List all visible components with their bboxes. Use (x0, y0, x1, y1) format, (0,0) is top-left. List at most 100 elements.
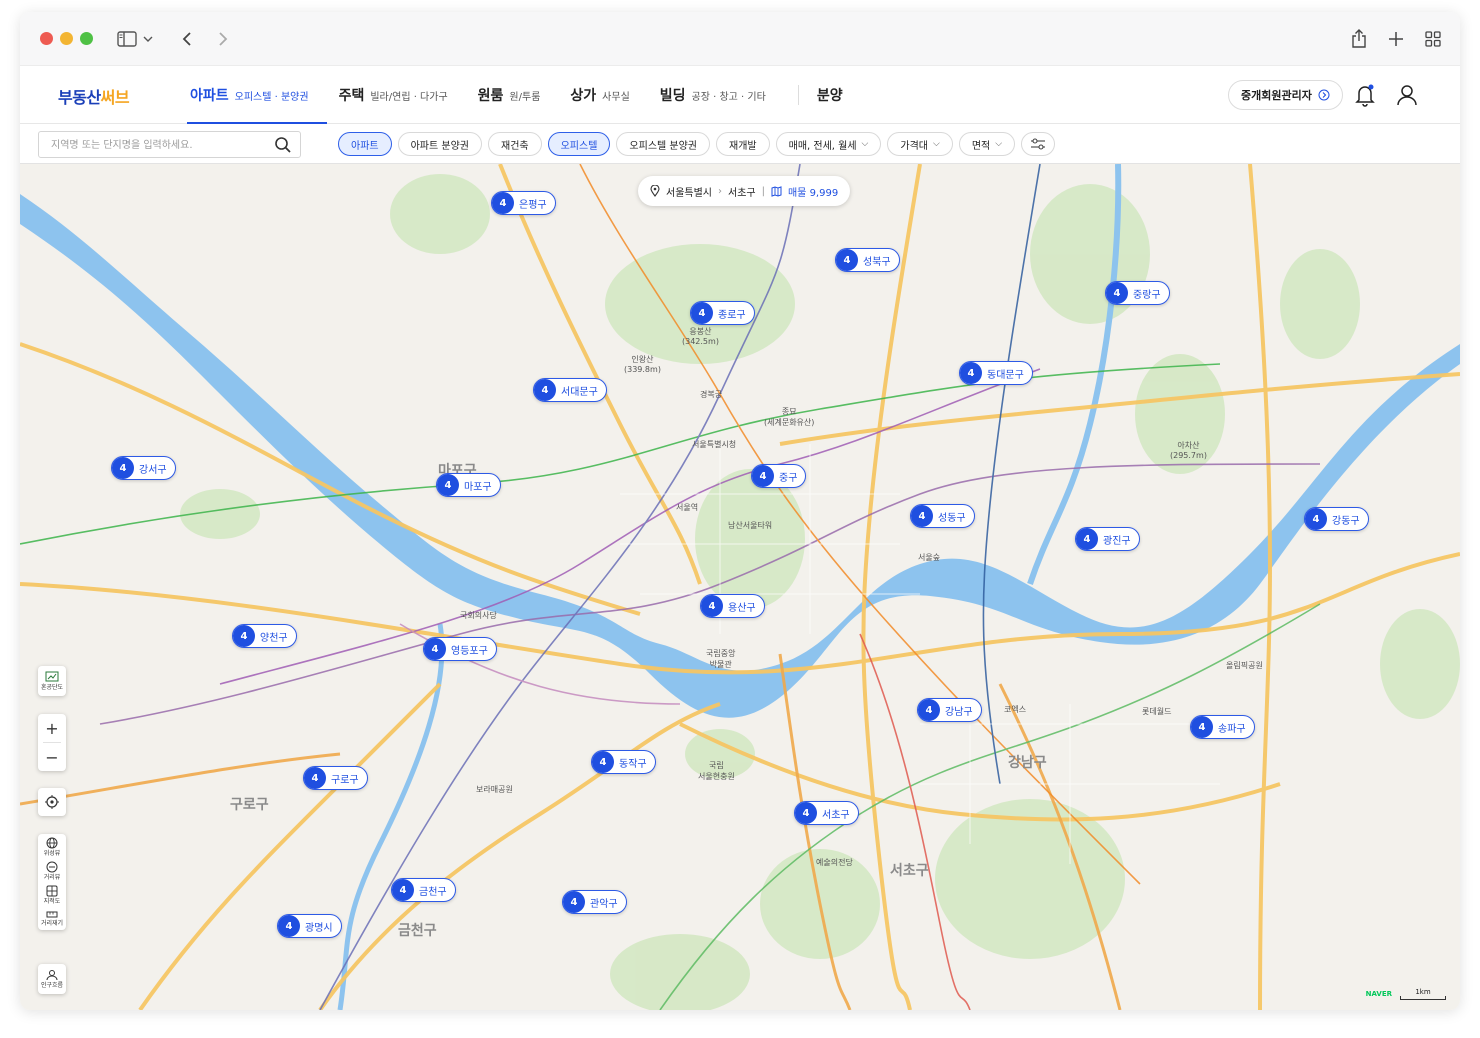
maximize-window-dot[interactable] (80, 32, 93, 45)
district-marker-jungnang[interactable]: 4 중랑구 (1105, 281, 1170, 305)
marker-name: 마포구 (464, 481, 492, 493)
district-marker-guro[interactable]: 4 구로구 (303, 766, 368, 790)
district-marker-gwangjin[interactable]: 4 광진구 (1075, 527, 1140, 551)
map-label-national-cemetery: 국립 서울현충원 (698, 761, 735, 781)
district-marker-seongbuk[interactable]: 4 성북구 (835, 248, 900, 272)
district-marker-gwanak[interactable]: 4 관악구 (562, 890, 627, 914)
district-marker-seongdong[interactable]: 4 성동구 (910, 504, 975, 528)
map-view[interactable]: 경복궁 종묘 (세계문화유산) 서울특별시청 서울역 남산서울타워 국립중앙 박… (20, 164, 1460, 1010)
forward-icon[interactable] (210, 26, 236, 52)
nav-building[interactable]: 빌딩 공장 · 창고 · 기타 (660, 66, 778, 124)
district-marker-jung[interactable]: 4 중구 (751, 464, 807, 488)
deal-type-dropdown[interactable]: 매매, 전세, 월세 ⌵ (775, 132, 882, 156)
district-marker-gangdong[interactable]: 4 강동구 (1304, 507, 1369, 531)
bell-icon[interactable] (1352, 82, 1378, 108)
district-marker-gangnam[interactable]: 4 강남구 (917, 698, 982, 722)
chip-apartment-presale[interactable]: 아파트 분양권 (397, 132, 482, 156)
marker-count: 4 (112, 457, 134, 479)
chevron-down-icon[interactable] (140, 26, 156, 52)
chip-label: 아파트 (351, 140, 379, 152)
search-icon[interactable] (274, 136, 292, 154)
marker-count: 4 (592, 751, 614, 773)
browser-window: 부동산써브 아파트 오피스텔 · 분양권 주택 빌라/연립 · 다가구 원룸 원… (20, 12, 1460, 1010)
site-logo[interactable]: 부동산써브 (58, 84, 130, 108)
map-icon (771, 185, 782, 197)
close-window-dot[interactable] (40, 32, 53, 45)
chip-apartment[interactable]: 아파트 (338, 132, 392, 156)
tab-overview-icon[interactable] (1420, 26, 1446, 52)
agent-admin-label: 중개회원관리자 (1241, 89, 1312, 102)
district-marker-gangseo[interactable]: 4 강서구 (111, 456, 176, 480)
minimize-window-dot[interactable] (60, 32, 73, 45)
marker-count: 4 (836, 249, 858, 271)
marker-name: 성동구 (938, 512, 966, 524)
nav-store[interactable]: 상가 사무실 (570, 66, 641, 124)
back-icon[interactable] (174, 26, 200, 52)
nav-sub-label: 오피스텔 · 분양권 (234, 91, 309, 103)
zoom-out-button[interactable]: − (38, 743, 66, 771)
marker-name: 광명시 (305, 922, 333, 934)
price-dropdown[interactable]: 가격대 ⌵ (887, 132, 953, 156)
district-marker-dongjak[interactable]: 4 동작구 (591, 750, 656, 774)
nav-oneroom[interactable]: 원룸 원/투룸 (478, 66, 553, 124)
marker-count: 4 (534, 379, 556, 401)
map-attribution: NAVER 1km (1366, 988, 1446, 1000)
zoom-in-button[interactable]: + (38, 714, 66, 742)
district-marker-yangcheon[interactable]: 4 양천구 (232, 624, 297, 648)
nav-sub-label: 공장 · 창고 · 기타 (691, 91, 766, 103)
share-icon[interactable] (1346, 26, 1372, 52)
district-marker-jongno[interactable]: 4 종로구 (690, 301, 755, 325)
marker-count: 4 (233, 625, 255, 647)
location-breadcrumb[interactable]: 서울특별시 › 서초구 | 매물 9,999 (638, 176, 851, 206)
current-location-button[interactable] (38, 788, 66, 816)
map-label-olympic-park: 올림픽공원 (1226, 661, 1263, 670)
filter-settings-button[interactable] (1021, 132, 1056, 156)
district-marker-mapo[interactable]: 4 마포구 (436, 473, 501, 497)
new-tab-icon[interactable] (1383, 26, 1409, 52)
chip-redevelopment[interactable]: 재개발 (716, 132, 770, 156)
breadcrumb-city[interactable]: 서울특별시 (666, 184, 712, 199)
marker-name: 동작구 (619, 758, 647, 770)
district-marker-yeongdeungpo[interactable]: 4 영등포구 (423, 637, 497, 661)
distance-view-label: 거리뷰 (43, 874, 61, 881)
district-marker-eunpyeong[interactable]: 4 은평구 (491, 191, 556, 215)
chip-label: 매매, 전세, 월세 (788, 140, 857, 152)
marker-name: 용산구 (728, 602, 756, 614)
search-input[interactable] (51, 137, 266, 153)
marker-count: 4 (1191, 716, 1213, 738)
sidebar-toggle-icon[interactable] (114, 26, 140, 52)
measure-distance-button[interactable]: 거리재기 (41, 909, 63, 927)
map-label-national-museum: 국립중앙 박물관 (706, 649, 736, 669)
nav-sub-label: 빌라/연립 · 다가구 (370, 91, 448, 103)
district-marker-seocho[interactable]: 4 서초구 (794, 801, 859, 825)
chip-officetel[interactable]: 오피스텔 (547, 132, 611, 156)
density-map-button[interactable]: 혼공단도 (38, 666, 66, 696)
chip-officetel-presale[interactable]: 오피스텔 분양권 (616, 132, 711, 156)
distance-view-button[interactable]: 거리뷰 (43, 861, 61, 881)
area-dropdown[interactable]: 면적 ⌵ (958, 132, 1016, 156)
satellite-button[interactable]: 위성뷰 (44, 837, 60, 857)
nav-house[interactable]: 주택 빌라/연립 · 다가구 (339, 66, 460, 124)
marker-count: 4 (1076, 528, 1098, 550)
breadcrumb-district[interactable]: 서초구 (728, 184, 756, 199)
district-marker-seodaemun[interactable]: 4 서대문구 (533, 378, 607, 402)
marker-count: 4 (437, 474, 459, 496)
district-marker-yongsan[interactable]: 4 용산구 (700, 594, 765, 618)
user-icon[interactable] (1394, 82, 1420, 108)
district-marker-songpa[interactable]: 4 송파구 (1190, 715, 1255, 739)
district-marker-dongdaemun[interactable]: 4 동대문구 (959, 361, 1033, 385)
chevron-down-icon: ⌵ (932, 139, 940, 149)
marker-name: 은평구 (519, 199, 547, 211)
marker-name: 영등포구 (451, 645, 488, 657)
logo-text-main: 부동산 (58, 88, 101, 107)
cadastral-button[interactable]: 지적도 (44, 885, 60, 905)
district-marker-geumcheon[interactable]: 4 금천구 (391, 878, 456, 902)
naver-logo: NAVER (1365, 990, 1392, 998)
nav-apartment[interactable]: 아파트 오피스텔 · 분양권 (187, 66, 327, 125)
agent-admin-button[interactable]: 중개회원관리자 (1228, 80, 1343, 110)
population-flow-button[interactable]: 인구흐름 (38, 964, 66, 994)
district-marker-gwangmyeong[interactable]: 4 광명시 (277, 914, 342, 938)
nav-presale[interactable]: 분양 (817, 66, 861, 124)
chip-reconstruction[interactable]: 재건축 (488, 132, 542, 156)
chevron-right-icon: › (718, 185, 722, 197)
